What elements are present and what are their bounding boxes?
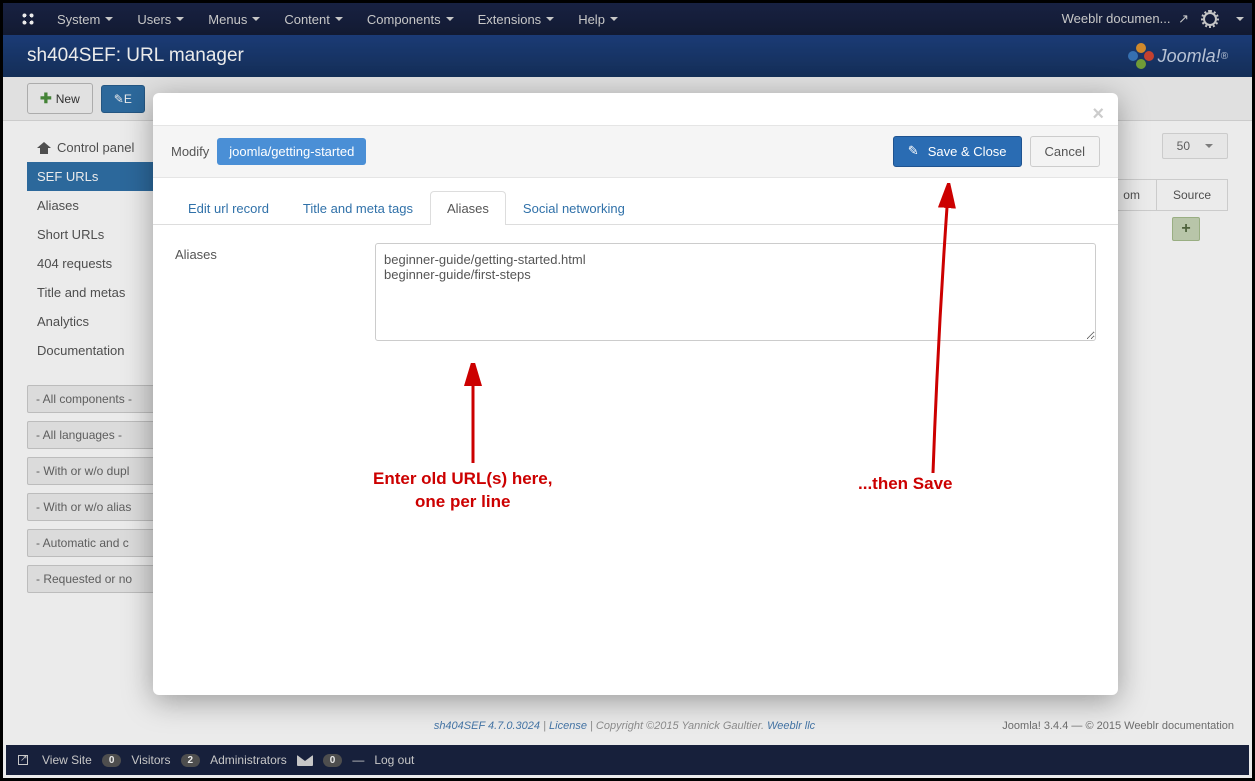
modify-label: Modify bbox=[171, 144, 209, 159]
edit-icon bbox=[908, 145, 922, 159]
cancel-button[interactable]: Cancel bbox=[1030, 136, 1100, 167]
tab-title-meta[interactable]: Title and meta tags bbox=[286, 191, 430, 225]
aliases-textarea[interactable] bbox=[375, 243, 1096, 341]
close-icon[interactable]: × bbox=[1092, 103, 1104, 126]
aliases-label: Aliases bbox=[175, 243, 355, 344]
aliases-form: Aliases bbox=[153, 225, 1118, 362]
modal-header: Modify joomla/getting-started Save & Clo… bbox=[153, 125, 1118, 178]
edit-modal: × Modify joomla/getting-started Save & C… bbox=[153, 93, 1118, 695]
annotation-text-2: ...then Save bbox=[858, 473, 952, 496]
tab-edit-url[interactable]: Edit url record bbox=[171, 191, 286, 225]
annotation-text-1: Enter old URL(s) here, one per line bbox=[373, 468, 552, 514]
annotation-arrow-1 bbox=[453, 363, 493, 473]
tab-social[interactable]: Social networking bbox=[506, 191, 642, 225]
save-close-button[interactable]: Save & Close bbox=[893, 136, 1022, 167]
url-chip: joomla/getting-started bbox=[217, 138, 366, 165]
tab-aliases[interactable]: Aliases bbox=[430, 191, 506, 225]
modal-tabs: Edit url record Title and meta tags Alia… bbox=[153, 178, 1118, 225]
